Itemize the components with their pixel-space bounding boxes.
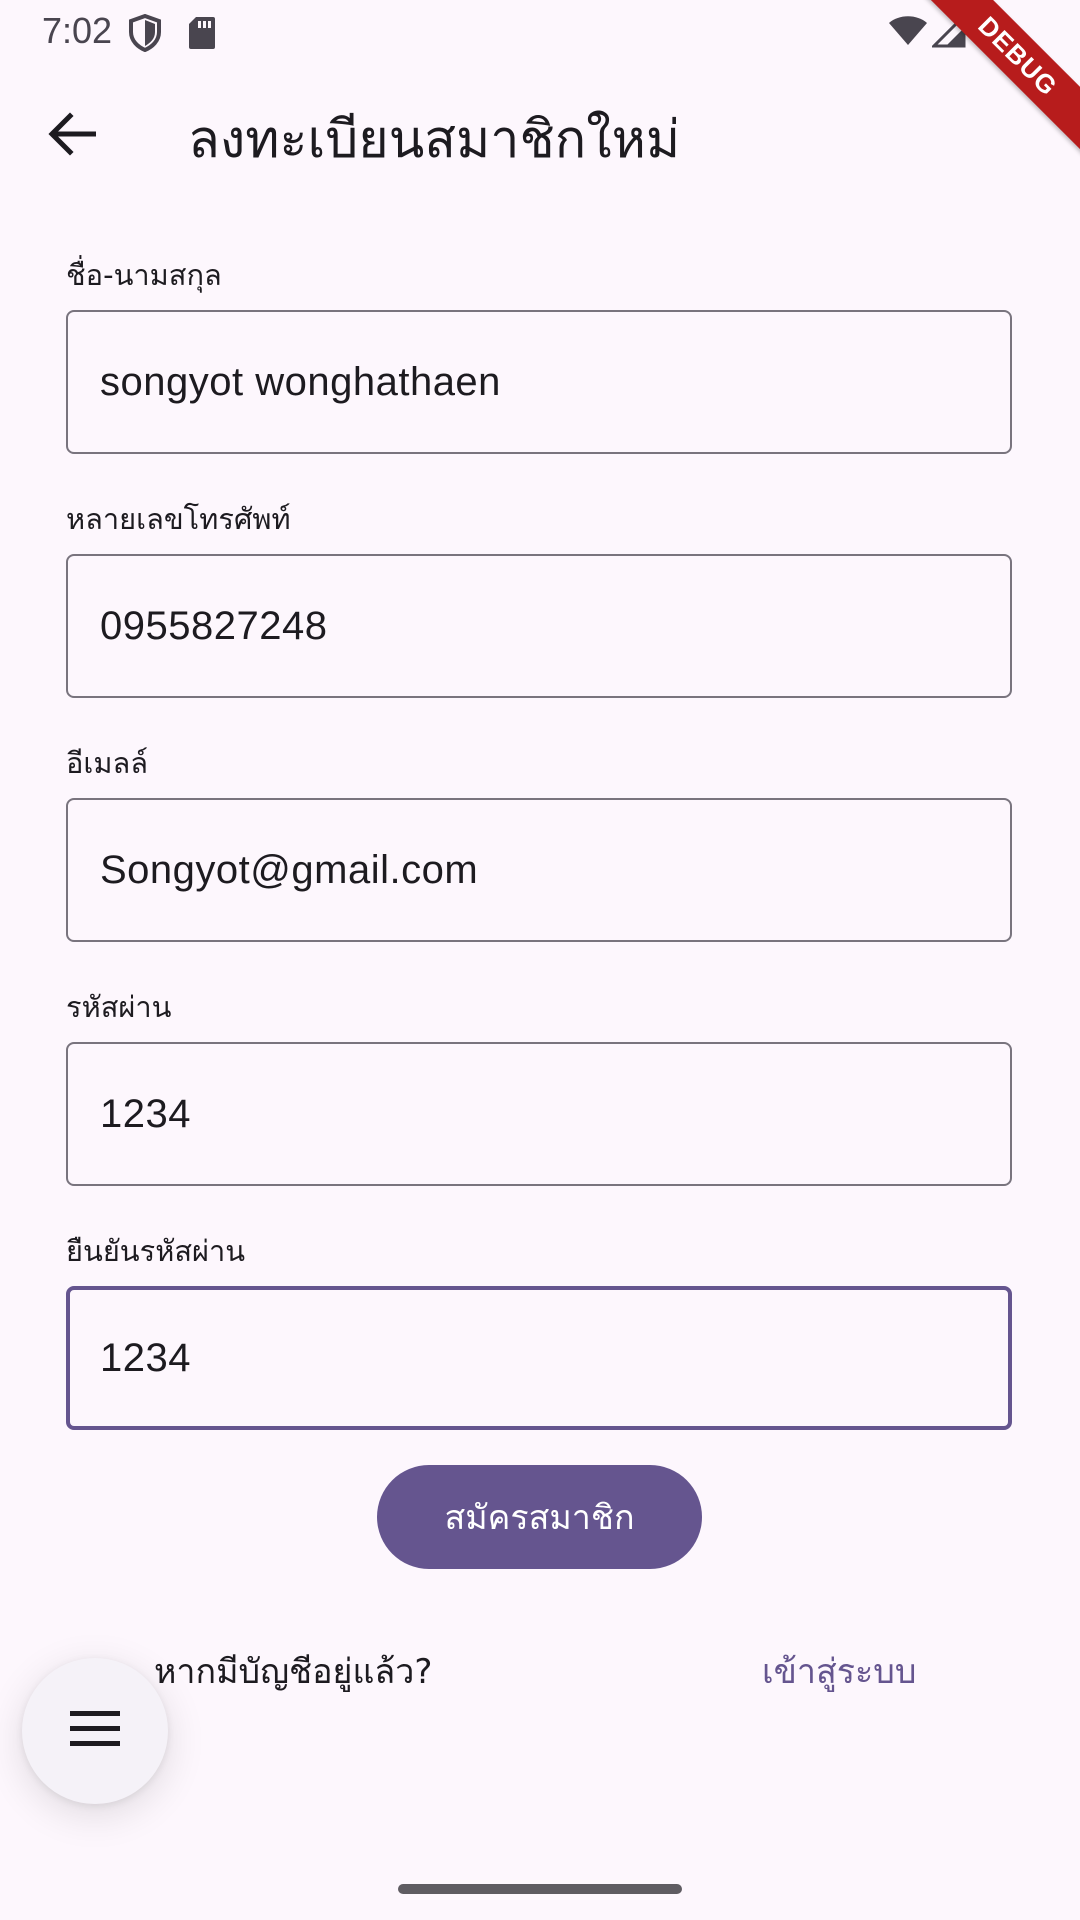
menu-icon [70, 1711, 120, 1751]
confirm-password-field[interactable]: 1234 [66, 1286, 1012, 1430]
menu-fab-button[interactable] [22, 1658, 168, 1804]
wifi-icon [888, 14, 928, 50]
password-field[interactable]: 1234 [66, 1042, 1012, 1186]
shield-icon [128, 13, 162, 56]
confirm-password-value: 1234 [100, 1335, 191, 1380]
fullname-field[interactable]: songyot wonghathaen [66, 310, 1012, 454]
phone-value: 0955827248 [100, 603, 328, 648]
login-link[interactable]: เข้าสู่ระบบ [762, 1644, 916, 1698]
status-time: 7:02 [42, 10, 113, 51]
page-title: ลงทะเบียนสมาชิกใหม่ [188, 110, 681, 170]
password-label: รหัสผ่าน [66, 990, 172, 1024]
email-value: Songyot@gmail.com [100, 847, 479, 892]
gesture-nav-bar[interactable] [398, 1884, 682, 1894]
arrow-back-icon [48, 112, 97, 160]
phone-label: หลายเลขโทรศัพท์ [66, 502, 291, 536]
register-button[interactable]: สมัครสมาชิก [377, 1465, 702, 1569]
confirm-password-label: ยืนยันรหัสผ่าน [66, 1234, 246, 1268]
sdcard-icon [188, 16, 216, 54]
email-label: อีเมลล์ [66, 746, 148, 780]
email-field[interactable]: Songyot@gmail.com [66, 798, 1012, 942]
fullname-value: songyot wonghathaen [100, 359, 501, 404]
back-button[interactable] [36, 100, 108, 172]
password-value: 1234 [100, 1091, 191, 1136]
phone-field[interactable]: 0955827248 [66, 554, 1012, 698]
status-bar: 7:02 [0, 0, 1080, 64]
have-account-text: หากมีบัญชีอยู่แล้ว? [154, 1652, 433, 1692]
fullname-label: ชื่อ-นามสกุล [66, 258, 222, 292]
